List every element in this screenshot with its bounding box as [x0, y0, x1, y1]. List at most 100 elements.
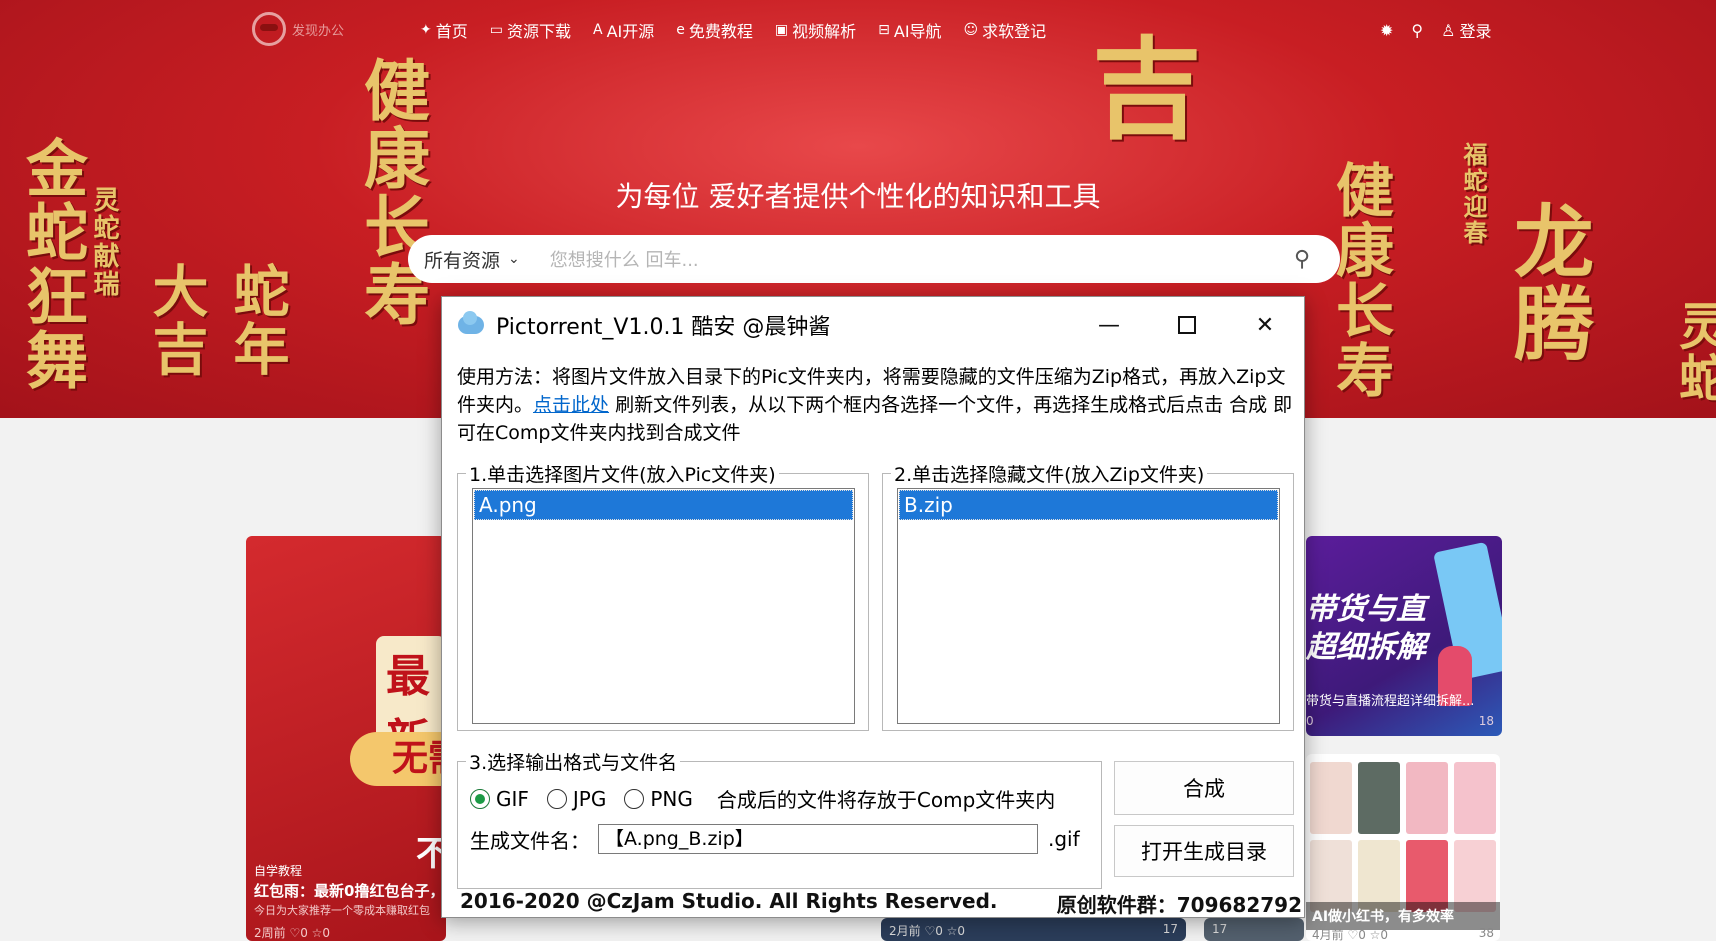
- article-card-left[interactable]: 最新 无需 不 自学教程 红包雨：最新0撸红包台子， 今日为大家推荐一个零成本赚…: [246, 536, 446, 941]
- hero-title: 为每位 爱好者提供个性化的知识和工具: [615, 180, 1101, 213]
- card-subtitle: 今日为大家推荐一个零成本赚取红包: [254, 904, 430, 917]
- filename-extension: .gif: [1048, 827, 1080, 851]
- decor-right3: 龙腾: [1501, 200, 1595, 364]
- filename-input[interactable]: 【A.png_B.zip】: [598, 824, 1038, 854]
- card-meta: 2月前 ♡0 ☆0: [889, 924, 966, 938]
- radio-png[interactable]: PNG: [624, 787, 693, 811]
- nav-item-tutorials[interactable]: e 免费教程: [676, 18, 753, 42]
- top-navigation: 发现办公 ✦ 首页 ▭ 资源下载 A AI开源 e 免费教程 ▣ 视频解析 ⊟ AI导航 ☺…: [0, 12, 1716, 46]
- card-views: 17: [1212, 922, 1228, 936]
- radio-gif[interactable]: GIF: [470, 787, 529, 811]
- image-file-list[interactable]: A.png: [472, 488, 855, 724]
- search-category-select[interactable]: 所有资源 ⌄: [424, 246, 520, 273]
- card-views: 17: [1162, 922, 1178, 936]
- output-format-group: 3.选择输出格式与文件名 GIF JPG PNG 合成后的文件将存放于Comp文…: [457, 748, 1102, 889]
- hidden-file-list[interactable]: B.zip: [897, 488, 1280, 724]
- ai-icon: A: [593, 22, 603, 38]
- copyright-text: 2016-2020 @CzJam Studio. All Rights Rese…: [460, 889, 998, 913]
- logo-icon: [252, 12, 286, 46]
- nav-label: 免费教程: [688, 22, 753, 41]
- card-stats: 4月前 ♡0 ☆0 38: [1306, 926, 1500, 941]
- login-link[interactable]: ♙ 登录: [1441, 18, 1491, 42]
- nav-item-video[interactable]: ▣ 视频解析: [775, 18, 856, 42]
- article-card-mid-2[interactable]: 17: [1204, 918, 1304, 941]
- filename-row: 生成文件名： 【A.png_B.zip】 .gif: [470, 824, 1080, 854]
- nav-item-request[interactable]: ☺ 求软登记: [964, 18, 1047, 42]
- login-label: 登录: [1459, 22, 1492, 41]
- nav-menu: ✦ 首页 ▭ 资源下载 A AI开源 e 免费教程 ▣ 视频解析 ⊟ AI导航 ☺ 求软登记: [420, 18, 1046, 42]
- nav-label: AI导航: [893, 22, 942, 41]
- radio-checked-icon: [470, 788, 490, 809]
- pictorrent-window: Pictorrent_V1.0.1 酷安 @晨钟酱 — ✕ 使用方法：将图片文件…: [441, 296, 1305, 918]
- search-category-label: 所有资源: [424, 249, 501, 272]
- decor-left3: 蛇年大吉: [143, 262, 290, 378]
- list-item[interactable]: B.zip: [899, 490, 1278, 520]
- article-card-right-top[interactable]: 带货与直 超细拆解 带货与直播流程超详细拆解... 0 18: [1306, 536, 1502, 736]
- close-button[interactable]: ✕: [1226, 297, 1304, 353]
- window-title: Pictorrent_V1.0.1 酷安 @晨钟酱: [496, 315, 831, 340]
- nav-label: AI开源: [606, 22, 655, 41]
- minimize-icon: —: [1098, 312, 1120, 338]
- decor-ji: 吉: [1092, 25, 1204, 154]
- nav-item-ai-nav[interactable]: ⊟ AI导航: [878, 18, 941, 42]
- combine-button[interactable]: 合成: [1114, 761, 1294, 815]
- nav-icon: ⊟: [878, 22, 890, 38]
- card-title[interactable]: 红包雨：最新0撸红包台子，: [254, 880, 444, 901]
- theme-toggle-icon[interactable]: ✹: [1380, 21, 1393, 40]
- radio-unchecked-icon: [546, 788, 567, 809]
- logo-text: 发现办公: [292, 23, 345, 39]
- thumbnail-grid: [1306, 762, 1500, 912]
- nav-item-home[interactable]: ✦ 首页: [420, 18, 468, 42]
- card-pill-text: 无需: [350, 732, 446, 786]
- article-card-mid[interactable]: 2月前 ♡0 ☆0 17: [881, 918, 1186, 941]
- thumbnail: [1310, 762, 1352, 834]
- maximize-button[interactable]: [1148, 297, 1226, 353]
- user-icon: ♙: [1441, 20, 1456, 40]
- radio-label: JPG: [572, 786, 607, 811]
- group-label: 2.单击选择隐藏文件(放入Zip文件夹): [891, 460, 1208, 487]
- filename-label: 生成文件名：: [470, 828, 590, 853]
- site-logo[interactable]: 发现办公: [252, 12, 352, 46]
- edge-icon: e: [676, 22, 685, 38]
- card-tag[interactable]: 自学教程: [254, 862, 302, 879]
- format-note: 合成后的文件将存放于Comp文件夹内: [716, 788, 1056, 812]
- search-button-icon[interactable]: ⚲: [1294, 247, 1324, 272]
- usage-instructions: 使用方法：将图片文件放入目录下的Pic文件夹内，将需要隐藏的文件压缩为Zip格式…: [457, 363, 1299, 447]
- search-icon[interactable]: ⚲: [1411, 21, 1423, 40]
- radio-label: GIF: [496, 786, 529, 811]
- nav-label: 求软登记: [982, 22, 1047, 41]
- thumbnail: [1406, 762, 1448, 834]
- group-label: 3.选择输出格式与文件名: [466, 748, 681, 775]
- nav-label: 视频解析: [792, 22, 857, 41]
- image-file-group: 1.单击选择图片文件(放入Pic文件夹) A.png: [457, 460, 869, 731]
- play-icon: ▣: [774, 22, 789, 38]
- article-card-right-bottom[interactable]: AI做小红书，有多效率 4月前 ♡0 ☆0 38: [1306, 754, 1500, 941]
- weibo-icon: ✦: [420, 22, 432, 38]
- card-caption[interactable]: 带货与直播流程超详细拆解...: [1306, 690, 1474, 709]
- monitor-icon: ▭: [489, 22, 503, 38]
- radio-jpg[interactable]: JPG: [546, 786, 607, 811]
- nav-item-ai-open[interactable]: A AI开源: [593, 18, 654, 42]
- site-search-bar: 所有资源 ⌄ 您想搜什么 回车... ⚲: [408, 235, 1340, 283]
- open-output-folder-button[interactable]: 打开生成目录: [1114, 825, 1294, 877]
- list-item[interactable]: A.png: [474, 490, 853, 520]
- card-views: 18: [1478, 714, 1494, 728]
- chevron-down-icon: ⌄: [508, 251, 520, 267]
- minimize-button[interactable]: —: [1070, 297, 1148, 353]
- nav-right: ✹ ⚲ ♙ 登录: [1380, 18, 1491, 42]
- card-stats: 2月前 ♡0 ☆0 17: [881, 918, 1186, 941]
- search-input[interactable]: 您想搜什么 回车...: [550, 246, 1294, 272]
- title-bar[interactable]: Pictorrent_V1.0.1 酷安 @晨钟酱 — ✕: [442, 297, 1304, 353]
- cloud-app-icon: [458, 311, 484, 334]
- radio-label: PNG: [650, 786, 693, 811]
- group-label: 1.单击选择图片文件(放入Pic文件夹): [466, 460, 779, 487]
- card-headline-2: 超细拆解: [1306, 630, 1426, 665]
- nav-label: 资源下载: [506, 22, 571, 41]
- card-stats: 2周前 ♡0 ☆0: [254, 926, 331, 940]
- nav-item-downloads[interactable]: ▭ 资源下载: [490, 18, 571, 42]
- footer: 2016-2020 @CzJam Studio. All Rights Rese…: [460, 889, 1302, 918]
- thumbnail: [1358, 762, 1400, 834]
- nav-label: 首页: [435, 22, 468, 41]
- refresh-link[interactable]: 点击此处: [533, 394, 609, 416]
- group-info-text: 原创软件群：709682792: [1056, 893, 1302, 917]
